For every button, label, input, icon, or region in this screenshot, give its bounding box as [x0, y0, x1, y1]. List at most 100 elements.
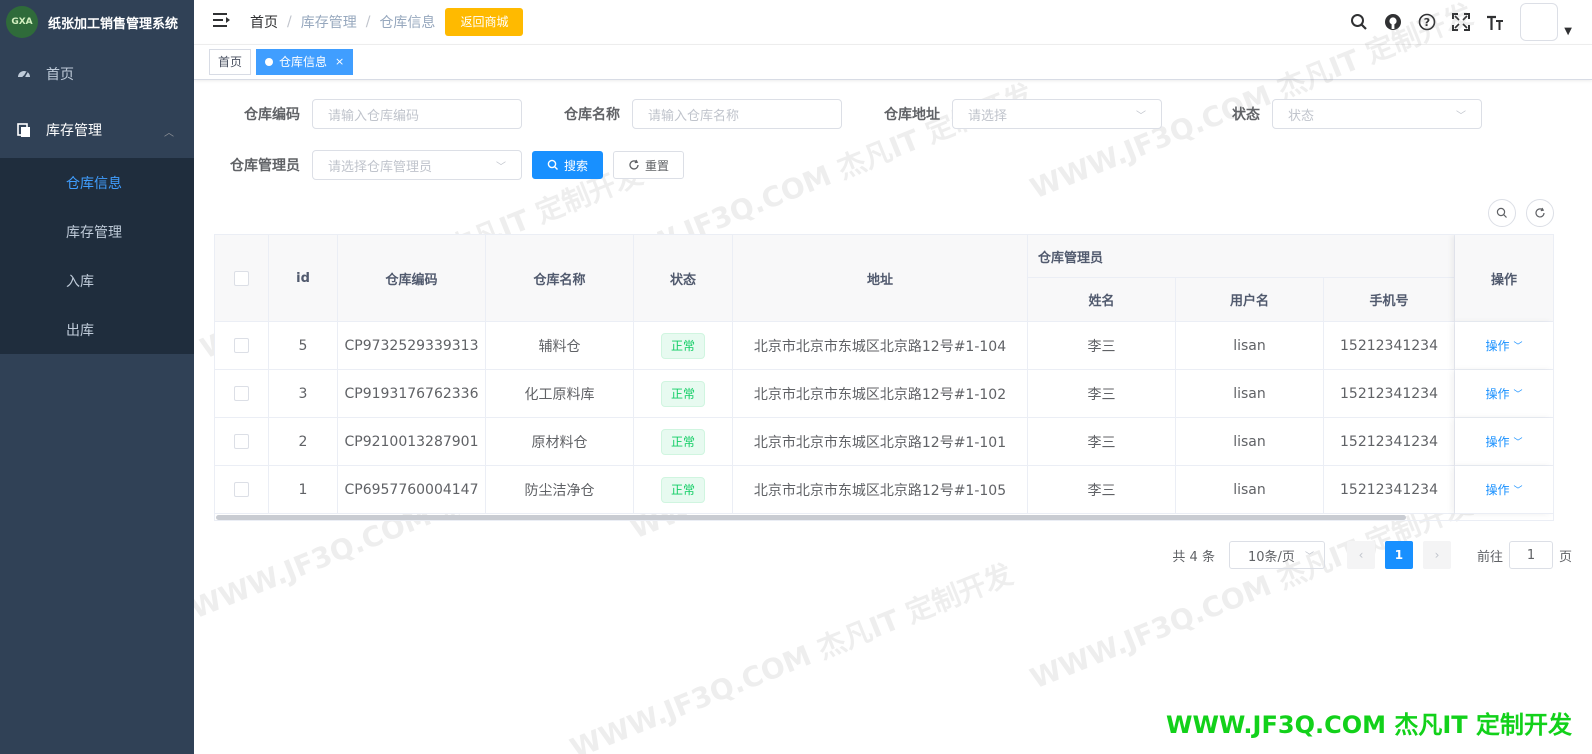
select-all-checkbox[interactable]: [234, 270, 249, 286]
dashboard-icon: [16, 66, 32, 82]
cell-username: lisan: [1176, 370, 1324, 418]
horizontal-scrollbar[interactable]: [216, 515, 1406, 520]
row-checkbox[interactable]: [234, 434, 249, 449]
action-dropdown[interactable]: 操作 ﹀: [1485, 433, 1522, 450]
cell-code: CP9193176762336: [338, 370, 486, 418]
warehouse-address-select[interactable]: 请选择 ﹀: [952, 99, 1162, 129]
breadcrumb-inventory: 库存管理: [300, 15, 357, 31]
cell-actions: 操作 ﹀: [1455, 370, 1553, 418]
cell-name: 防尘洁净仓: [486, 466, 634, 514]
sidebar-item-stock-management[interactable]: 库存管理: [0, 207, 194, 256]
github-icon[interactable]: [1376, 13, 1410, 31]
sidebar-item-home[interactable]: 首页: [0, 46, 194, 102]
warehouse-code-input[interactable]: 请输入仓库编码: [312, 99, 522, 129]
status-badge: 正常: [660, 428, 705, 455]
active-dot-icon: [265, 58, 274, 66]
row-checkbox[interactable]: [234, 482, 249, 497]
back-to-mall-button[interactable]: 返回商城: [445, 8, 524, 36]
close-icon[interactable]: ×: [335, 50, 344, 74]
status-badge: 正常: [660, 380, 705, 407]
select-placeholder: 请选择仓库管理员: [328, 159, 433, 175]
menu-fold-icon: [213, 12, 231, 32]
cell-manager-name: 李三: [1028, 370, 1176, 418]
app-logo-area[interactable]: GXA 纸张加工销售管理系统: [0, 0, 194, 44]
page-number-button[interactable]: 1: [1384, 541, 1413, 569]
cell-address: 北京市北京市东城区北京路12号#1-105: [733, 466, 1028, 514]
cell-id: 2: [269, 418, 338, 466]
action-dropdown[interactable]: 操作 ﹀: [1485, 481, 1522, 498]
font-size-icon[interactable]: [1478, 13, 1512, 31]
fullscreen-icon[interactable]: [1444, 13, 1478, 31]
user-menu[interactable]: ▼: [1520, 3, 1572, 41]
next-page-button[interactable]: ›: [1422, 541, 1451, 569]
select-placeholder: 请选择: [968, 108, 1008, 124]
cell-status: 正常: [634, 322, 733, 370]
tag-warehouse-info[interactable]: 仓库信息 ×: [256, 49, 354, 75]
cell-phone: 15212341234: [1324, 418, 1455, 466]
tags-view: 首页 仓库信息 ×: [194, 45, 1592, 80]
cell-actions: 操作 ﹀: [1455, 466, 1553, 514]
app-logo-icon: GXA: [6, 6, 38, 38]
reset-button[interactable]: 重置: [613, 151, 685, 179]
chevron-down-icon: ﹀: [1513, 486, 1523, 496]
hamburger-button[interactable]: [194, 12, 250, 32]
sidebar-item-stock-out[interactable]: 出库: [0, 305, 194, 354]
status-badge: 正常: [660, 332, 705, 359]
documents-icon: [16, 122, 32, 138]
sidebar-item-inventory[interactable]: 库存管理 ︿: [0, 102, 194, 158]
warehouse-manager-label: 仓库管理员: [230, 158, 300, 174]
tag-label: 首页: [218, 55, 243, 69]
cell-status: 正常: [634, 418, 733, 466]
breadcrumb-home[interactable]: 首页: [250, 12, 278, 32]
total-count: 共 4 条: [1172, 549, 1215, 565]
action-dropdown[interactable]: 操作 ﹀: [1485, 385, 1522, 402]
refresh-icon: [1535, 207, 1545, 218]
cell-id: 1: [269, 466, 338, 514]
help-icon[interactable]: ?: [1410, 13, 1444, 31]
search-button[interactable]: 搜索: [532, 151, 604, 179]
page-size-select[interactable]: 10条/页 ﹀: [1228, 541, 1325, 569]
cell-name: 辅料仓: [486, 322, 634, 370]
warehouse-manager-select[interactable]: 请选择仓库管理员 ﹀: [312, 150, 522, 180]
row-checkbox[interactable]: [234, 338, 249, 353]
search-icon: [1496, 207, 1507, 218]
cell-name: 化工原料库: [486, 370, 634, 418]
prev-page-button[interactable]: ‹: [1346, 541, 1375, 569]
header-actions: 操作: [1455, 235, 1553, 322]
toggle-search-button[interactable]: [1488, 199, 1516, 227]
search-icon: [547, 159, 558, 170]
refresh-button[interactable]: [1526, 199, 1554, 227]
action-label: 操作: [1485, 387, 1510, 401]
sidebar-item-warehouse-info[interactable]: 仓库信息: [0, 158, 194, 207]
header-username: 用户名: [1176, 278, 1324, 322]
cell-id: 3: [269, 370, 338, 418]
status-select[interactable]: 状态 ﹀: [1272, 99, 1482, 129]
search-button-label: 搜索: [564, 158, 589, 173]
cell-phone: 15212341234: [1324, 466, 1455, 514]
cell-manager-name: 李三: [1028, 322, 1176, 370]
row-checkbox-cell: [215, 370, 269, 418]
goto-page-input[interactable]: 1: [1508, 541, 1553, 569]
cell-code: CP6957760004147: [338, 466, 486, 514]
action-dropdown[interactable]: 操作 ﹀: [1485, 337, 1522, 354]
cell-manager-name: 李三: [1028, 418, 1176, 466]
row-checkbox[interactable]: [234, 386, 249, 401]
chevron-down-icon: ﹀: [1456, 110, 1466, 122]
header-phone: 手机号: [1324, 278, 1455, 322]
cell-actions: 操作 ﹀: [1455, 322, 1553, 370]
search-icon[interactable]: [1342, 13, 1376, 31]
avatar[interactable]: [1520, 3, 1559, 41]
input-placeholder: 请输入仓库编码: [328, 108, 420, 124]
tag-home[interactable]: 首页: [209, 49, 252, 75]
row-checkbox-cell: [215, 466, 269, 514]
breadcrumb-separator: /: [365, 14, 371, 30]
row-checkbox-cell: [215, 418, 269, 466]
sidebar-item-stock-in[interactable]: 入库: [0, 256, 194, 305]
warehouse-name-input[interactable]: 请输入仓库名称: [632, 99, 842, 129]
header-manager-name: 姓名: [1028, 278, 1176, 322]
page-size-value: 10条/页: [1247, 549, 1295, 565]
goto-label: 前往: [1476, 549, 1503, 565]
action-label: 操作: [1485, 483, 1510, 497]
header-address: 地址: [733, 235, 1028, 322]
cell-actions: 操作 ﹀: [1455, 418, 1553, 466]
